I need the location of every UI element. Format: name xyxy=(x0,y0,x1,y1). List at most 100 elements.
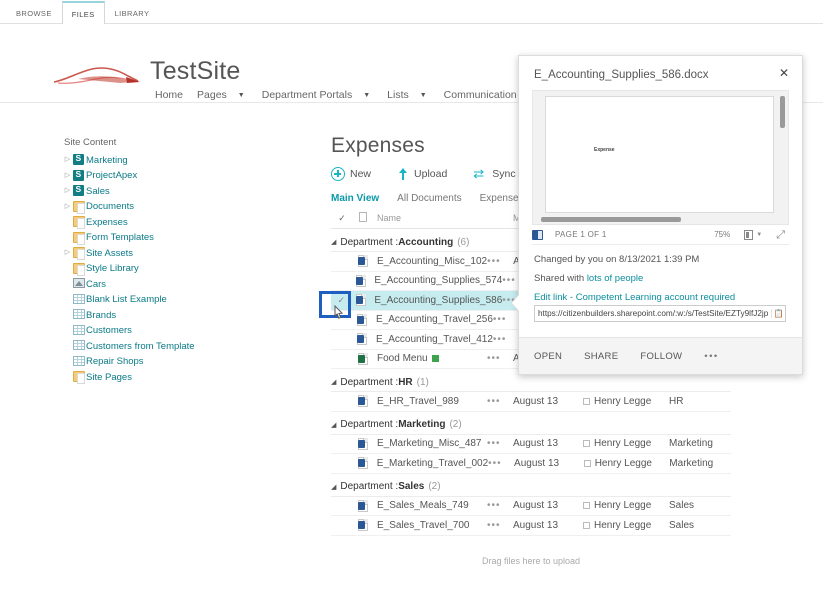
sidebar-item-marketing[interactable]: ▷ Marketing xyxy=(62,153,292,167)
collapse-triangle-icon[interactable]: ◢ xyxy=(331,238,336,246)
chevron-down-icon[interactable]: ▼ xyxy=(361,90,372,101)
view-link-main-view[interactable]: Main View xyxy=(331,193,379,204)
new-button[interactable]: New xyxy=(331,167,371,181)
ribbon-tab-library[interactable]: LIBRARY xyxy=(105,1,160,24)
preview-zoom-level[interactable]: 75% xyxy=(714,230,730,239)
table-row[interactable]: E_Sales_Travel_700 ••• August 13 Henry Legg… xyxy=(331,516,731,536)
department-cell: Sales xyxy=(669,500,695,512)
preview-horizontal-scrollbar[interactable] xyxy=(541,217,681,222)
callout-action-share[interactable]: SHARE xyxy=(584,351,618,362)
file-name-label: E_Sales_Travel_700 xyxy=(377,519,470,531)
row-context-menu-button[interactable]: ••• xyxy=(488,458,514,469)
file-name-cell[interactable]: E_Accounting_Travel_412 xyxy=(372,334,493,345)
sidebar-item-blank-list-example[interactable]: Blank List Example xyxy=(62,293,292,307)
share-url-input[interactable] xyxy=(535,309,771,318)
file-name-cell[interactable]: E_Marketing_Misc_487 xyxy=(373,438,487,449)
sidebar-item-site-assets[interactable]: ▷ Site Assets xyxy=(62,246,292,260)
table-row[interactable]: E_Sales_Meals_749 ••• August 13 Henry Legge… xyxy=(331,497,731,516)
edit-link-label[interactable]: Edit link - Competent Learning account r… xyxy=(534,292,735,303)
callout-action-more[interactable]: ••• xyxy=(704,351,718,362)
nav-item-department-portals[interactable]: Department Portals xyxy=(257,87,357,103)
group-label: Sales xyxy=(398,481,425,492)
sidebar-item-customers-from-template[interactable]: Customers from Template xyxy=(62,339,292,353)
ribbon-tab-files[interactable]: FILES xyxy=(61,1,105,24)
shared-with-link[interactable]: lots of people xyxy=(587,273,644,284)
sidebar-item-expenses[interactable]: Expenses xyxy=(62,215,292,229)
sidebar-item-customers[interactable]: Customers xyxy=(62,324,292,338)
file-name-cell[interactable]: E_Sales_Meals_749 xyxy=(373,500,487,511)
nav-item-home[interactable]: Home xyxy=(150,87,188,103)
expand-triangle-icon[interactable]: ▷ xyxy=(62,184,73,198)
file-name-cell[interactable]: E_HR_Travel_989 xyxy=(373,396,487,407)
column-header-name[interactable]: Name xyxy=(373,213,487,223)
row-context-menu-button[interactable]: ••• xyxy=(487,396,513,407)
ribbon-tab-browse[interactable]: BROWSE xyxy=(6,1,62,24)
sidebar-item-style-library[interactable]: Style Library xyxy=(62,262,292,276)
file-name-cell[interactable]: E_Accounting_Travel_256 xyxy=(372,314,493,325)
sidebar-item-documents[interactable]: ▷ Documents xyxy=(62,200,292,214)
sidebar-item-projectapex[interactable]: ▷ ProjectApex xyxy=(62,169,292,183)
group-header-marketing[interactable]: ◢ Department : Marketing (2) xyxy=(331,416,731,435)
sidebar-item-site-pages[interactable]: Site Pages xyxy=(62,370,292,384)
word-doc-icon xyxy=(353,395,373,408)
sidebar-item-form-templates[interactable]: Form Templates xyxy=(62,231,292,245)
document-preview-frame[interactable]: Expense xyxy=(532,90,789,225)
row-context-menu-button[interactable]: ••• xyxy=(493,334,518,345)
sidebar-item-cars[interactable]: Cars xyxy=(62,277,292,291)
file-name-cell[interactable]: E_Accounting_Supplies_586 xyxy=(370,295,502,306)
file-name-cell[interactable]: E_Sales_Travel_700 xyxy=(373,520,487,531)
copy-icon[interactable]: 📋 xyxy=(771,309,785,318)
changed-by-line: Changed by you on 8/13/2021 1:39 PM xyxy=(534,254,700,265)
row-context-menu-button[interactable]: ••• xyxy=(487,353,513,364)
expand-triangle-icon[interactable]: ▷ xyxy=(62,200,73,214)
word-doc-icon xyxy=(353,457,373,470)
file-name-cell[interactable]: E_Marketing_Travel_002 xyxy=(373,458,488,469)
document-library-icon xyxy=(73,200,86,214)
group-header-hr[interactable]: ◢ Department : HR (1) xyxy=(331,373,731,392)
preview-vertical-scrollbar[interactable] xyxy=(780,96,785,128)
view-link-all-documents[interactable]: All Documents xyxy=(397,193,461,204)
file-name-cell[interactable]: E_Accounting_Supplies_574 xyxy=(370,275,502,286)
site-title[interactable]: TestSite xyxy=(150,57,241,86)
collapse-triangle-icon[interactable]: ◢ xyxy=(331,483,336,491)
file-name-cell[interactable]: Food Menu xyxy=(373,353,487,364)
collapse-triangle-icon[interactable]: ◢ xyxy=(331,378,336,386)
column-header-check[interactable]: ✓ xyxy=(331,213,353,224)
file-name-cell[interactable]: E_Accounting_Misc_102 xyxy=(373,256,487,267)
close-icon[interactable]: ✕ xyxy=(775,64,793,82)
department-cell: Marketing xyxy=(669,457,714,469)
row-context-menu-button[interactable]: ••• xyxy=(487,500,513,511)
row-context-menu-button[interactable]: ••• xyxy=(487,256,513,267)
chevron-down-icon[interactable]: ▼ xyxy=(236,90,247,101)
nav-item-communication[interactable]: Communication xyxy=(439,87,522,103)
sync-button[interactable]: ⇄ Sync xyxy=(473,167,515,181)
chevron-down-icon[interactable]: ▼ xyxy=(418,90,429,101)
callout-metadata: Changed by you on 8/13/2021 1:39 PM Shar… xyxy=(519,245,802,322)
doc-type-icon[interactable] xyxy=(353,212,373,224)
sidebar-item-repair-shops[interactable]: Repair Shops xyxy=(62,355,292,369)
collapse-triangle-icon[interactable]: ◢ xyxy=(331,421,336,429)
group-header-sales[interactable]: ◢ Department : Sales (2) xyxy=(331,478,731,497)
expand-triangle-icon[interactable]: ▷ xyxy=(62,246,73,260)
row-context-menu-button[interactable]: ••• xyxy=(487,520,513,531)
row-context-menu-button[interactable]: ••• xyxy=(487,438,513,449)
share-url-row[interactable]: 📋 xyxy=(534,305,786,322)
row-context-menu-button[interactable]: ••• xyxy=(493,314,518,325)
chevron-down-icon[interactable]: ▼ xyxy=(756,232,762,238)
fullscreen-icon[interactable]: ⤢ xyxy=(776,229,785,240)
list-icon xyxy=(73,355,86,368)
nav-item-lists[interactable]: Lists xyxy=(382,87,414,103)
sidebar-item-brands[interactable]: Brands xyxy=(62,308,292,322)
callout-action-follow[interactable]: FOLLOW xyxy=(640,351,682,362)
table-row[interactable]: E_Marketing_Travel_002 ••• August 13 Henry … xyxy=(331,454,731,474)
nav-item-pages[interactable]: Pages xyxy=(192,87,232,103)
table-row[interactable]: E_Marketing_Misc_487 ••• August 13 Henry Le… xyxy=(331,435,731,454)
callout-action-open[interactable]: OPEN xyxy=(534,351,562,362)
sidebar-item-sales[interactable]: ▷ Sales xyxy=(62,184,292,198)
group-count: (6) xyxy=(457,236,470,248)
expand-triangle-icon[interactable]: ▷ xyxy=(62,153,73,167)
upload-button[interactable]: Upload xyxy=(397,167,447,181)
table-row[interactable]: E_HR_Travel_989 ••• August 13 Henry Legge HR xyxy=(331,392,731,412)
page-layout-icon[interactable] xyxy=(744,229,754,240)
expand-triangle-icon[interactable]: ▷ xyxy=(62,169,73,183)
